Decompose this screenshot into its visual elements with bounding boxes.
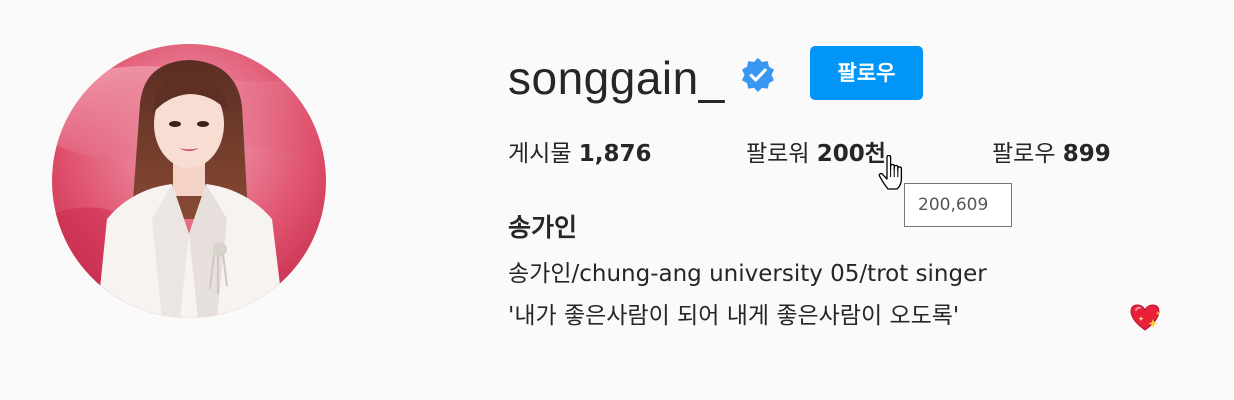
posts-stat[interactable]: 게시물 1,876 [508, 138, 652, 170]
following-label: 팔로우 [992, 141, 1055, 167]
following-count: 899 [1063, 141, 1111, 167]
profile-avatar[interactable] [52, 44, 326, 318]
followers-label: 팔로워 [746, 141, 809, 167]
verified-badge-icon [740, 57, 776, 93]
profile-username: songgain_ [508, 50, 725, 106]
sparkling-heart-icon [1128, 301, 1162, 333]
followers-link[interactable]: 팔로워 200천 [746, 138, 886, 170]
following-link[interactable]: 팔로우 899 [992, 138, 1111, 170]
followers-tooltip: 200,609 [904, 183, 1012, 227]
follow-button[interactable]: 팔로우 [810, 46, 923, 100]
avatar-image [52, 44, 326, 318]
posts-count: 1,876 [579, 141, 652, 167]
bio-line-2: '내가 좋은사람이 되어 내게 좋은사람이 오도록' [508, 300, 959, 332]
bio-line-1: 송가인/chung-ang university 05/trot singer [508, 258, 987, 290]
posts-label: 게시물 [508, 141, 571, 167]
profile-full-name: 송가인 [508, 211, 577, 245]
followers-count: 200천 [817, 141, 886, 167]
